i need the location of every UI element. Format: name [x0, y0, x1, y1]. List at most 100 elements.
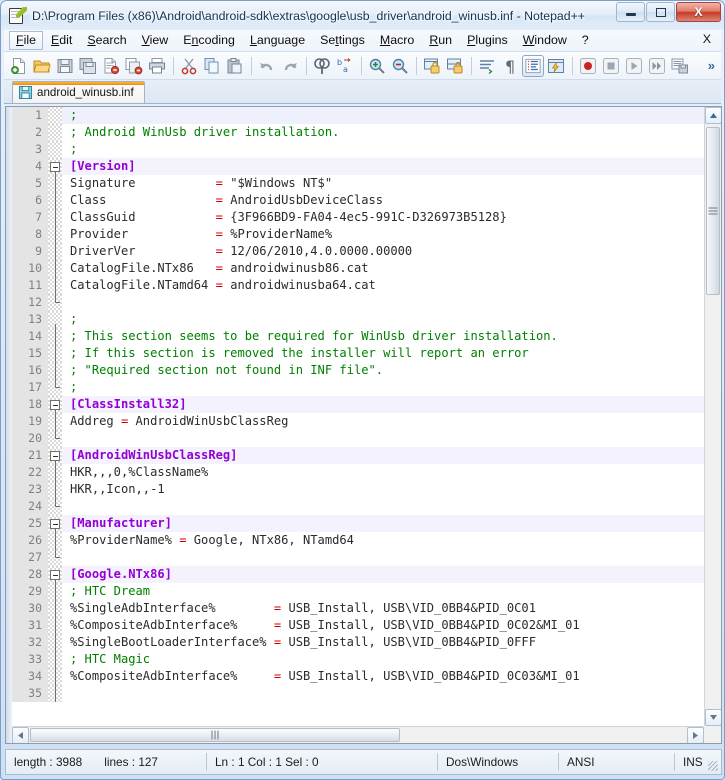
- fold-margin[interactable]: [48, 532, 62, 549]
- fold-margin[interactable]: [48, 464, 62, 481]
- fold-margin[interactable]: [48, 566, 62, 583]
- menu-language[interactable]: Language: [243, 31, 312, 50]
- code-line[interactable]: 20: [12, 430, 704, 447]
- save-all-icon[interactable]: [77, 55, 99, 77]
- cut-icon[interactable]: [178, 55, 200, 77]
- find-icon[interactable]: [311, 55, 333, 77]
- menu-file[interactable]: File: [9, 31, 43, 50]
- fold-margin[interactable]: [48, 651, 62, 668]
- code-line[interactable]: 12: [12, 294, 704, 311]
- fold-margin[interactable]: [48, 328, 62, 345]
- fold-margin[interactable]: [48, 141, 62, 158]
- code-line[interactable]: 2 ; Android WinUsb driver installation.: [12, 124, 704, 141]
- horizontal-scroll-thumb[interactable]: [30, 728, 400, 742]
- save-icon[interactable]: [54, 55, 76, 77]
- close-all-icon[interactable]: [123, 55, 145, 77]
- fold-margin[interactable]: [48, 583, 62, 600]
- fold-margin[interactable]: [48, 345, 62, 362]
- menu-edit[interactable]: Edit: [44, 31, 79, 50]
- fold-margin[interactable]: [48, 685, 62, 702]
- code-line[interactable]: 5 Signature = "$Windows NT$": [12, 175, 704, 192]
- sync-vertical-scroll-icon[interactable]: [421, 55, 443, 77]
- code-line[interactable]: 8 Provider = %ProviderName%: [12, 226, 704, 243]
- tab-android-winusb-inf[interactable]: android_winusb.inf: [12, 81, 145, 103]
- replace-icon[interactable]: b a: [334, 55, 356, 77]
- code-line[interactable]: 1;: [12, 107, 704, 124]
- fold-margin[interactable]: [48, 107, 62, 124]
- close-document-button[interactable]: X: [703, 32, 711, 46]
- status-insert-mode[interactable]: INS: [675, 750, 711, 774]
- fold-margin[interactable]: [48, 617, 62, 634]
- scroll-up-button[interactable]: [705, 107, 721, 124]
- fold-margin[interactable]: [48, 668, 62, 685]
- scroll-left-button[interactable]: [12, 726, 29, 743]
- menu-macro[interactable]: Macro: [373, 31, 421, 50]
- code-line[interactable]: 25 [Manufacturer]: [12, 515, 704, 532]
- code-line[interactable]: 24: [12, 498, 704, 515]
- fold-margin[interactable]: [48, 226, 62, 243]
- code-text-area[interactable]: 1; 2; Android WinUsb driver installation.…: [12, 107, 704, 726]
- code-line[interactable]: 28 [Google.NTx86]: [12, 566, 704, 583]
- code-line[interactable]: 27: [12, 549, 704, 566]
- fold-margin[interactable]: [48, 192, 62, 209]
- minimize-button[interactable]: [616, 2, 645, 22]
- code-line[interactable]: 6 Class = AndroidUsbDeviceClass: [12, 192, 704, 209]
- code-line[interactable]: 29 ; HTC Dream: [12, 583, 704, 600]
- fold-margin[interactable]: [48, 498, 62, 515]
- close-button[interactable]: X: [676, 2, 721, 22]
- code-line[interactable]: 11 CatalogFile.NTamd64 = androidwinusba64…: [12, 277, 704, 294]
- code-line[interactable]: 19 Addreg = AndroidWinUsbClassReg: [12, 413, 704, 430]
- paste-icon[interactable]: [224, 55, 246, 77]
- code-line[interactable]: 30 %SingleAdbInterface% = USB_Install, US…: [12, 600, 704, 617]
- code-line[interactable]: 33 ; HTC Magic: [12, 651, 704, 668]
- menu-window[interactable]: Window: [516, 31, 574, 50]
- copy-icon[interactable]: [201, 55, 223, 77]
- zoom-in-icon[interactable]: [366, 55, 388, 77]
- fold-margin[interactable]: [48, 549, 62, 566]
- fold-margin[interactable]: [48, 447, 62, 464]
- code-line[interactable]: 26 %ProviderName% = Google, NTx86, NTamd6…: [12, 532, 704, 549]
- code-line[interactable]: 15 ; If this section is removed the insta…: [12, 345, 704, 362]
- macro-save-icon[interactable]: [669, 55, 691, 77]
- code-line[interactable]: 3;: [12, 141, 704, 158]
- code-line[interactable]: 21 [AndroidWinUsbClassReg]: [12, 447, 704, 464]
- menu-encoding[interactable]: Encoding: [176, 31, 242, 50]
- status-encoding[interactable]: ANSI: [559, 750, 674, 774]
- resize-grip-icon[interactable]: [708, 761, 718, 771]
- macro-multi-play-icon[interactable]: [646, 55, 668, 77]
- new-file-icon[interactable]: [8, 55, 30, 77]
- code-line[interactable]: 10 CatalogFile.NTx86 = androidwinusb86.ca…: [12, 260, 704, 277]
- fold-margin[interactable]: [48, 243, 62, 260]
- menu-plugins[interactable]: Plugins: [460, 31, 515, 50]
- fold-margin[interactable]: [48, 362, 62, 379]
- code-line[interactable]: 23 HKR,,Icon,,-1: [12, 481, 704, 498]
- show-all-characters-icon[interactable]: ¶: [499, 55, 521, 77]
- vertical-scrollbar[interactable]: [704, 107, 721, 726]
- macro-stop-icon[interactable]: [600, 55, 622, 77]
- fold-margin[interactable]: [48, 379, 62, 396]
- indent-guide-icon[interactable]: [522, 54, 544, 77]
- status-eol-format[interactable]: Dos\Windows: [438, 750, 558, 774]
- zoom-out-icon[interactable]: [389, 55, 411, 77]
- user-defined-dialog-icon[interactable]: [545, 55, 567, 77]
- fold-margin[interactable]: [48, 413, 62, 430]
- fold-margin[interactable]: [48, 209, 62, 226]
- scroll-down-button[interactable]: [705, 709, 721, 726]
- undo-icon[interactable]: [256, 55, 278, 77]
- menu-run[interactable]: Run: [422, 31, 459, 50]
- menu-help[interactable]: ?: [575, 31, 596, 50]
- fold-margin[interactable]: [48, 277, 62, 294]
- code-line[interactable]: 34 %CompositeAdbInterface% = USB_Install,…: [12, 668, 704, 685]
- menu-search[interactable]: Search: [80, 31, 133, 50]
- code-line[interactable]: 17;: [12, 379, 704, 396]
- fold-margin[interactable]: [48, 311, 62, 328]
- horizontal-scrollbar[interactable]: [12, 726, 704, 743]
- code-line[interactable]: 9 DriverVer = 12/06/2010,4.0.0000.00000: [12, 243, 704, 260]
- sync-horizontal-scroll-icon[interactable]: [444, 55, 466, 77]
- fold-margin[interactable]: [48, 396, 62, 413]
- print-icon[interactable]: [146, 55, 168, 77]
- fold-collapse-icon[interactable]: [50, 569, 60, 580]
- macro-play-icon[interactable]: [623, 55, 645, 77]
- code-line[interactable]: 7 ClassGuid = {3F966BD9-FA04-4ec5-991C-D3…: [12, 209, 704, 226]
- fold-collapse-icon[interactable]: [50, 518, 60, 529]
